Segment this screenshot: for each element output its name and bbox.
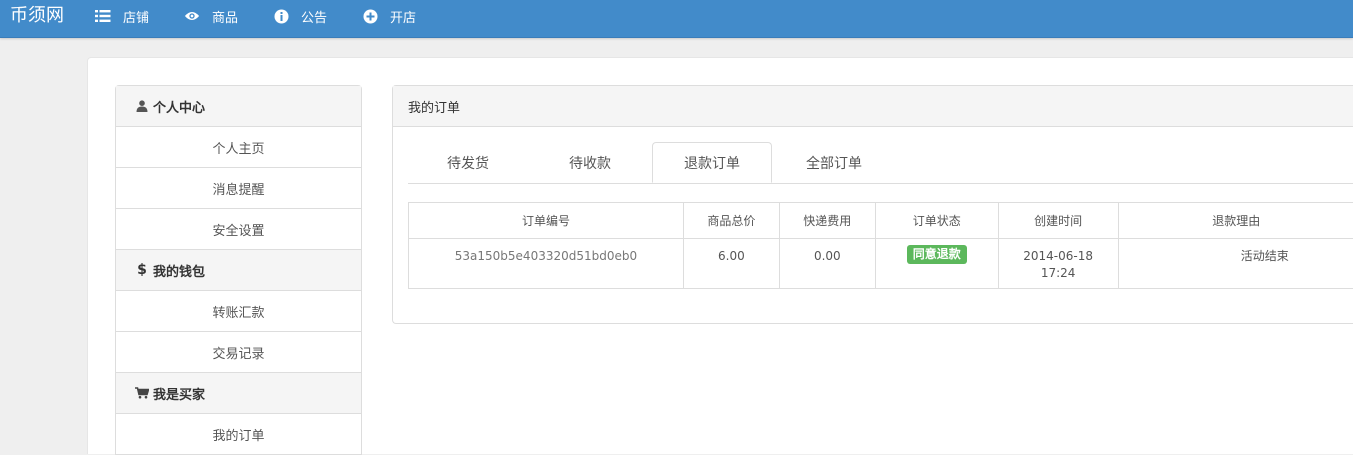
user-icon bbox=[135, 99, 149, 113]
list-icon bbox=[95, 8, 111, 24]
eye-icon bbox=[184, 8, 200, 24]
orders-table: 订单编号 商品总价 快递费用 订单状态 创建时间 退款理由 53a150b5e4… bbox=[408, 202, 1353, 289]
plus-circle-icon bbox=[362, 8, 378, 24]
order-tabs: 待发货 待收款 退款订单 全部订单 bbox=[408, 142, 1353, 184]
tab-refund-orders[interactable]: 退款订单 bbox=[652, 142, 772, 183]
sidebar-section-personal: 个人中心 bbox=[116, 86, 361, 127]
sidebar-section-title: 个人中心 bbox=[153, 97, 205, 116]
nav-label-products: 商品 bbox=[212, 7, 238, 26]
column-header: 订单编号 bbox=[409, 203, 684, 239]
nav-label-shops: 店铺 bbox=[123, 7, 149, 26]
refund-reason-cell: 活动结束 bbox=[1118, 239, 1353, 289]
sidebar-section-title: 我的钱包 bbox=[153, 261, 205, 280]
info-circle-icon bbox=[273, 8, 289, 24]
cart-icon bbox=[135, 386, 149, 400]
column-header: 商品总价 bbox=[683, 203, 779, 239]
sidebar-section-title: 我是买家 bbox=[153, 384, 205, 403]
column-header: 快递费用 bbox=[779, 203, 875, 239]
sidebar-item-security[interactable]: 安全设置 bbox=[116, 209, 361, 250]
status-badge: 同意退款 bbox=[907, 245, 967, 264]
created-date: 2014-06-18 bbox=[1000, 248, 1117, 265]
created-time: 17:24 bbox=[1000, 265, 1117, 282]
table-row[interactable]: 53a150b5e403320d51bd0eb0 6.00 0.00 同意退款 … bbox=[409, 239, 1353, 289]
sidebar-item-notifications[interactable]: 消息提醒 bbox=[116, 168, 361, 209]
tab-pending-payment[interactable]: 待收款 bbox=[530, 142, 650, 183]
sidebar-section-buyer: 我是买家 bbox=[116, 373, 361, 414]
nav-item-open-shop[interactable]: 开店 bbox=[362, 6, 416, 26]
panel-title: 我的订单 bbox=[393, 86, 1353, 127]
sidebar-item-transfer[interactable]: 转账汇款 bbox=[116, 291, 361, 332]
sidebar-section-wallet: $ 我的钱包 bbox=[116, 250, 361, 291]
nav-item-announcements[interactable]: 公告 bbox=[273, 6, 327, 26]
column-header: 订单状态 bbox=[875, 203, 998, 239]
top-navbar: 币须网 店铺 商品 bbox=[0, 0, 1353, 38]
created-time-cell: 2014-06-18 17:24 bbox=[998, 239, 1118, 289]
nav-item-products[interactable]: 商品 bbox=[184, 6, 238, 26]
nav-item-shops[interactable]: 店铺 bbox=[95, 6, 149, 26]
status-cell: 同意退款 bbox=[875, 239, 998, 289]
tab-all-orders[interactable]: 全部订单 bbox=[774, 142, 894, 183]
sidebar: 个人中心 个人主页 消息提醒 安全设置 $ 我的钱包 转账汇款 交易记录 我是买… bbox=[115, 85, 362, 455]
column-header: 创建时间 bbox=[998, 203, 1118, 239]
column-header: 退款理由 bbox=[1118, 203, 1353, 239]
total-price-cell: 6.00 bbox=[683, 239, 779, 289]
tab-pending-shipment[interactable]: 待发货 bbox=[408, 142, 528, 183]
table-header-row: 订单编号 商品总价 快递费用 订单状态 创建时间 退款理由 bbox=[409, 203, 1353, 239]
nav-label-announcements: 公告 bbox=[301, 7, 327, 26]
sidebar-item-my-orders[interactable]: 我的订单 bbox=[116, 414, 361, 454]
nav-label-open-shop: 开店 bbox=[390, 7, 416, 26]
sidebar-item-home[interactable]: 个人主页 bbox=[116, 127, 361, 168]
order-id-cell[interactable]: 53a150b5e403320d51bd0eb0 bbox=[409, 239, 684, 289]
shipping-fee-cell: 0.00 bbox=[779, 239, 875, 289]
sidebar-item-transactions[interactable]: 交易记录 bbox=[116, 332, 361, 373]
brand-logo[interactable]: 币须网 bbox=[10, 4, 64, 28]
orders-panel: 我的订单 待发货 待收款 退款订单 全部订单 订单编号 商品总价 快递费用 订单… bbox=[392, 85, 1353, 324]
dollar-icon: $ bbox=[135, 263, 149, 277]
